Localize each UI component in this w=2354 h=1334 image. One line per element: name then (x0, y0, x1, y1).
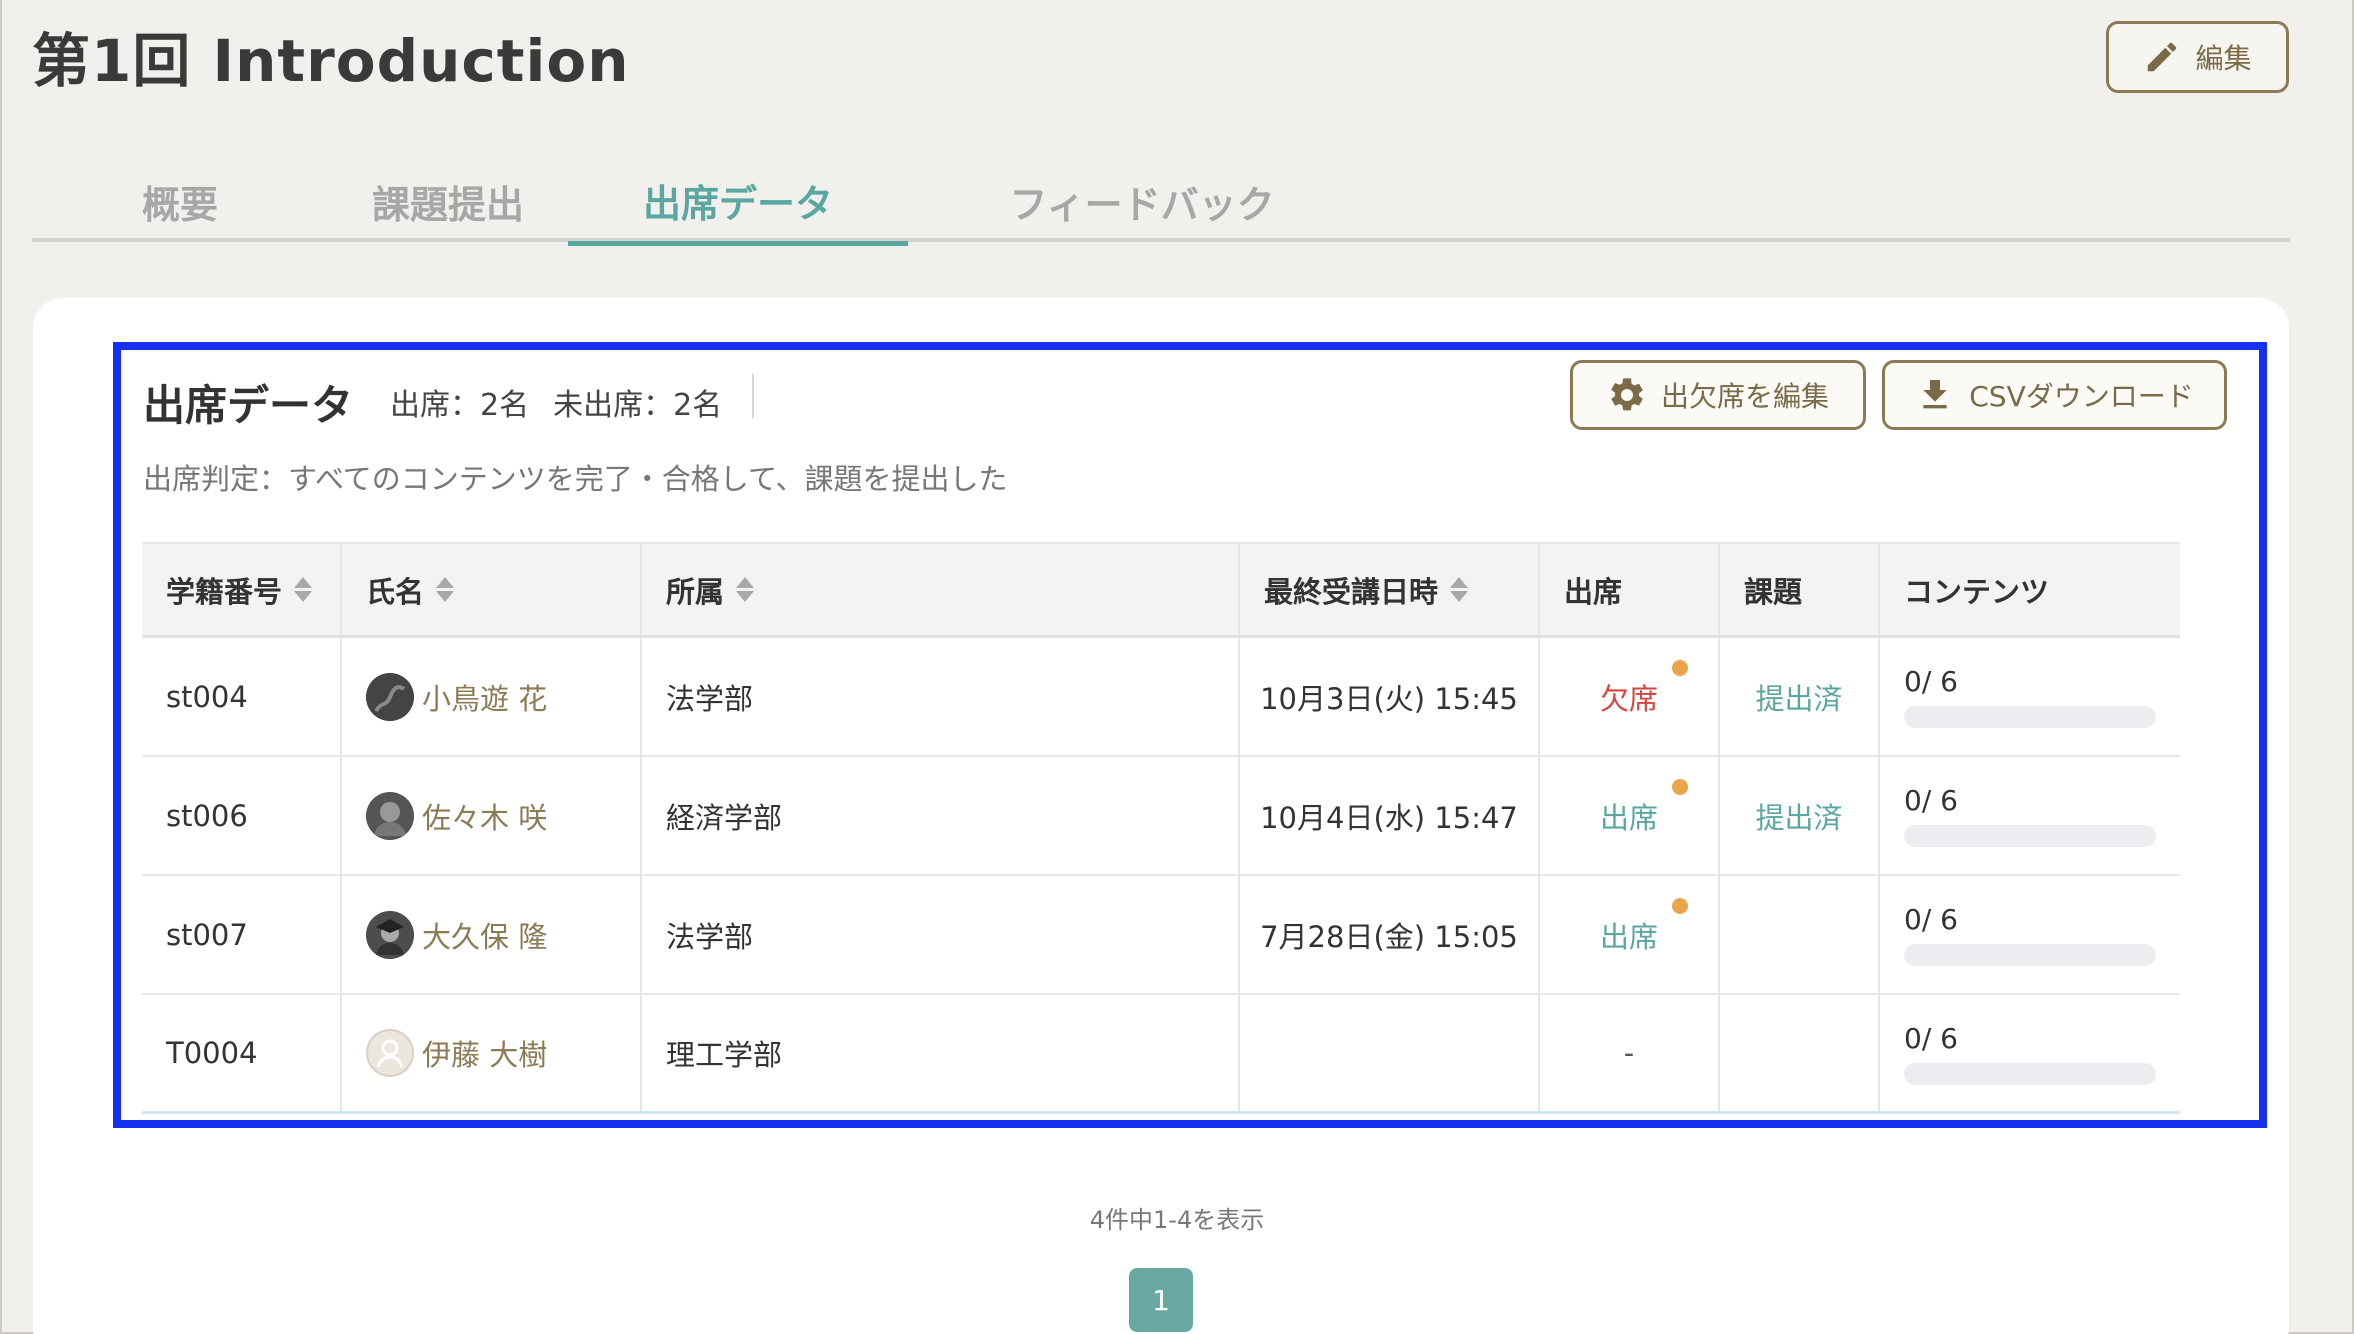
pagination-info: 4件中1-4を表示 (1089, 1206, 1265, 1234)
page-button-1[interactable]: 1 (1129, 1268, 1193, 1332)
selection-highlight (113, 342, 2267, 1128)
edit-button-label: 編集 (2195, 42, 2252, 75)
pencil-icon (2148, 42, 2177, 72)
tab-assignment[interactable]: 課題提出 (298, 160, 598, 242)
edit-button[interactable]: 編集 (2106, 21, 2289, 93)
tab-attendance[interactable]: 出席データ (568, 160, 908, 246)
tab-feedback[interactable]: フィードバック (952, 160, 1332, 242)
tab-bar: 概要 課題提出 出席データ フィードバック (32, 160, 2290, 246)
tab-overview[interactable]: 概要 (90, 160, 270, 242)
page-title: 第1回 Introduction (32, 27, 630, 95)
